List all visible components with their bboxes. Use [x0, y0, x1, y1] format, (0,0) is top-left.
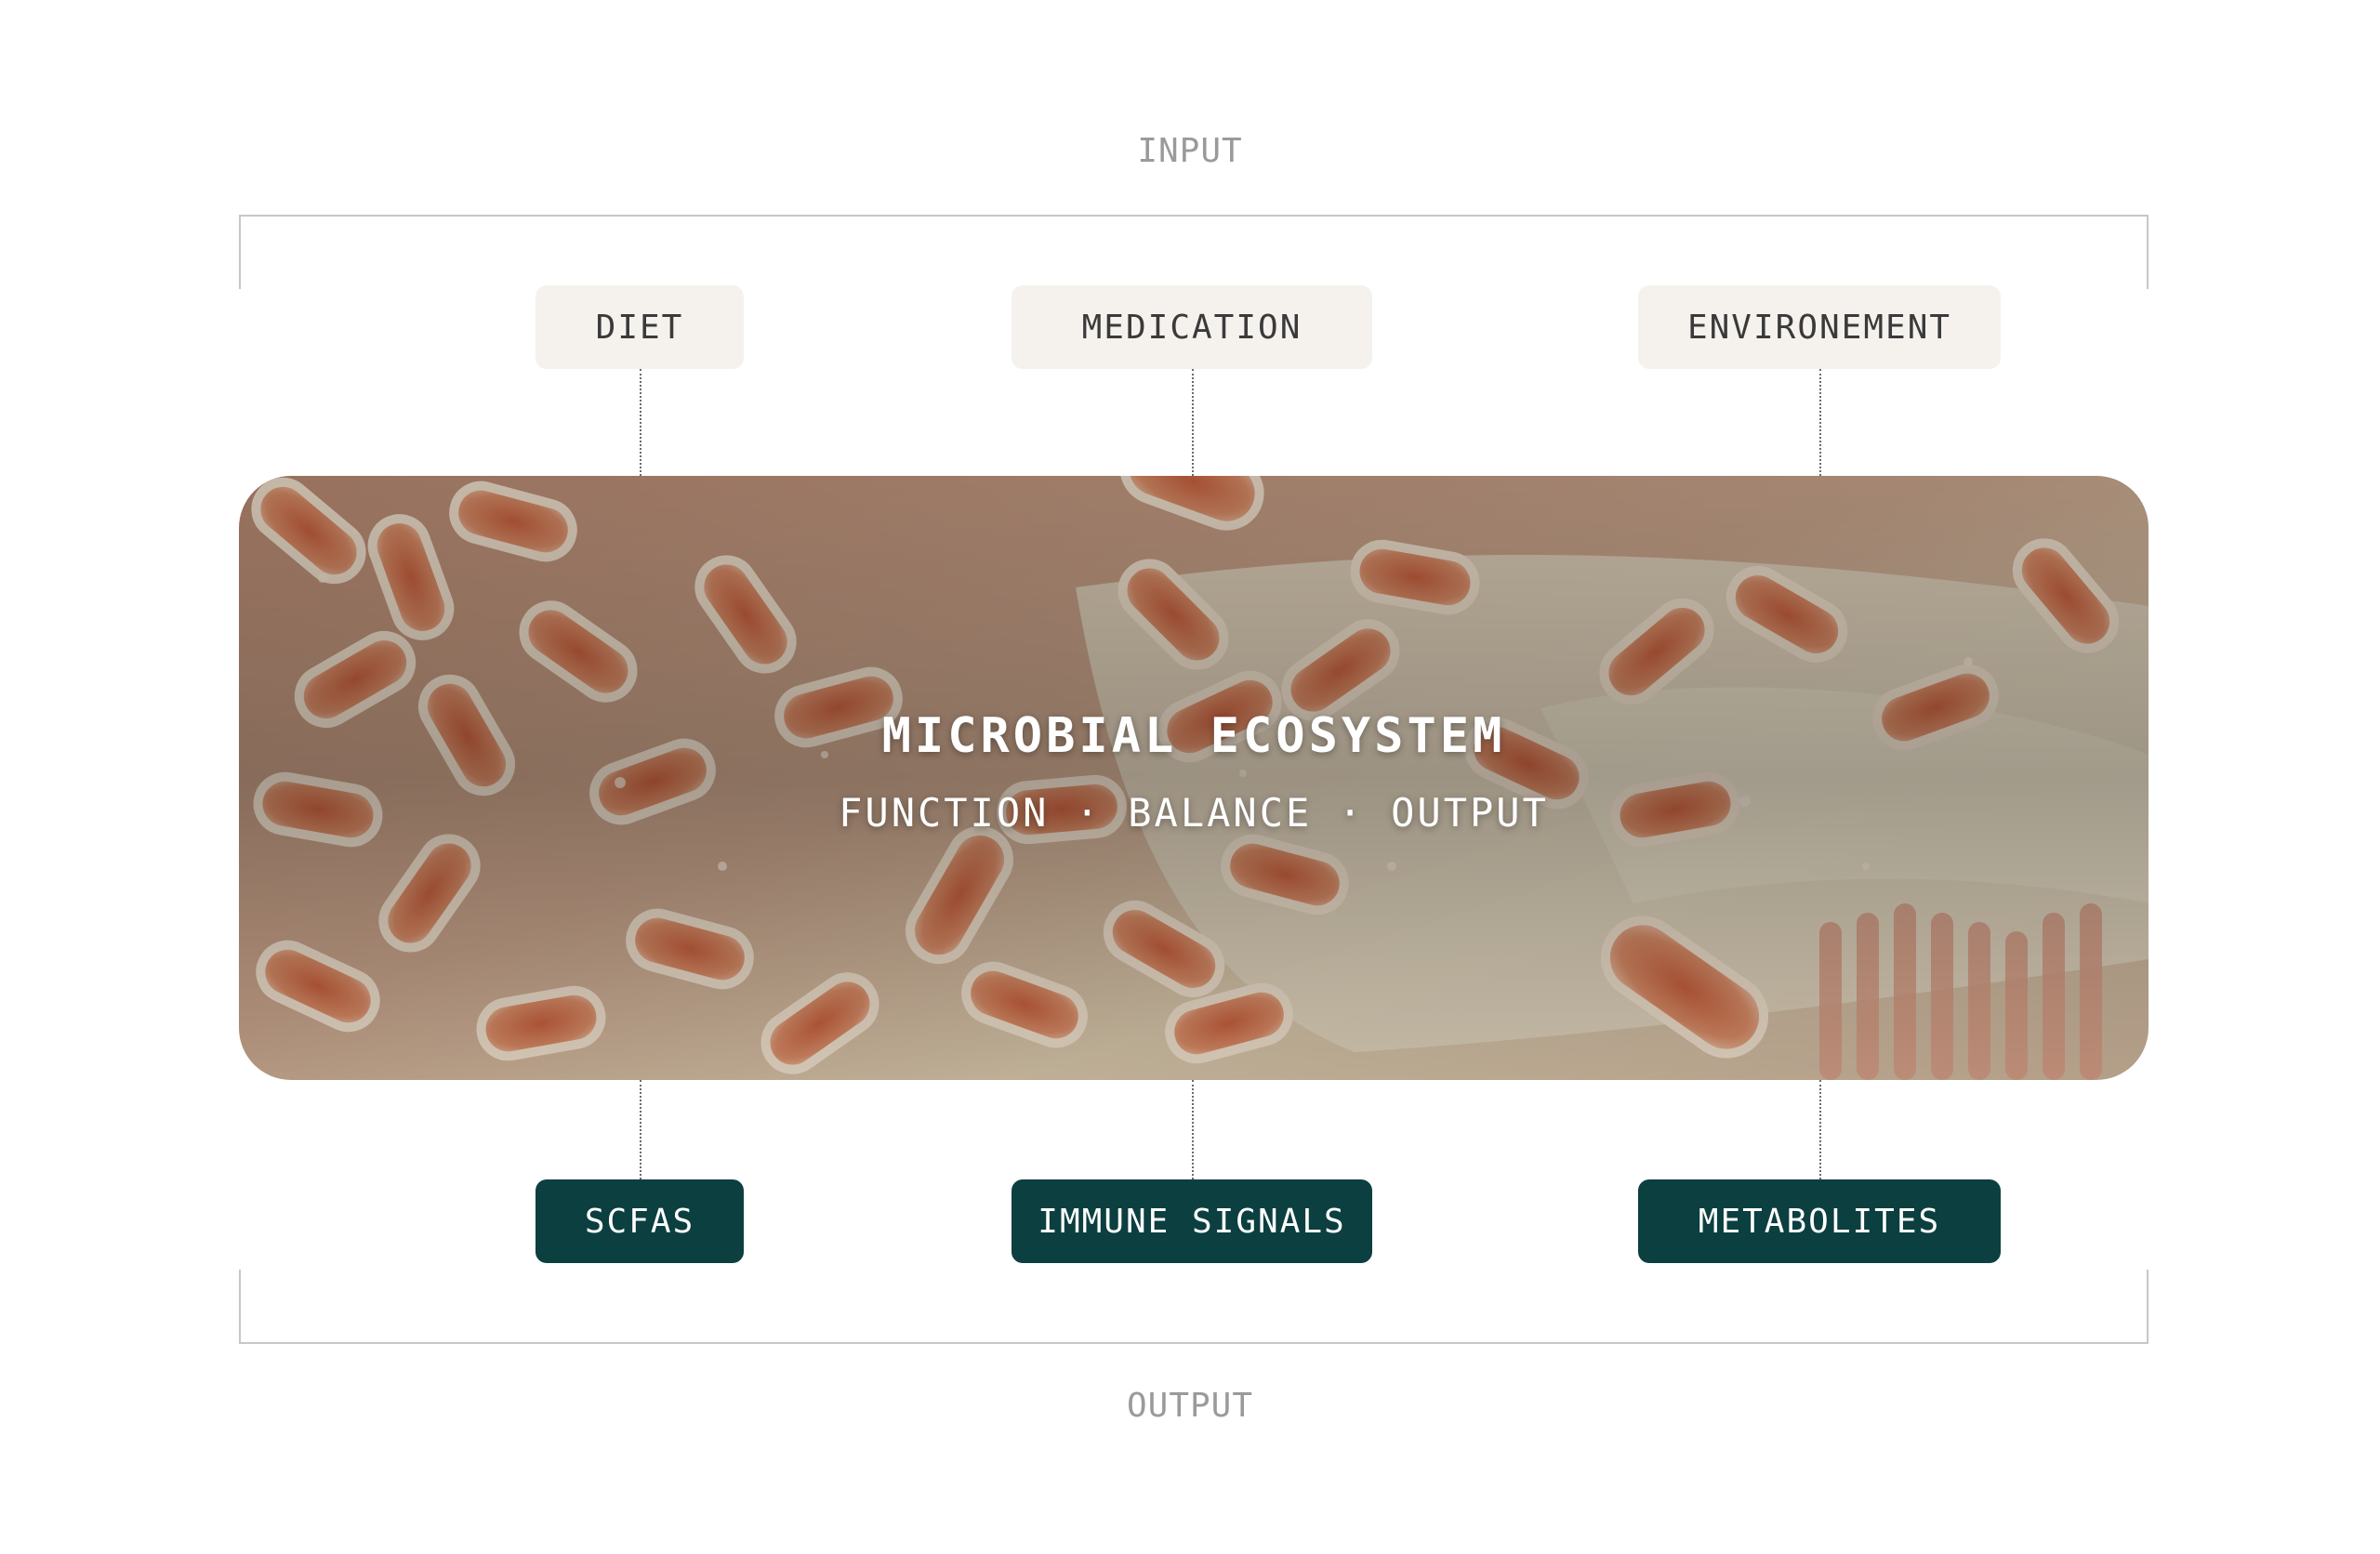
connector-diet: [640, 369, 641, 476]
output-section-label: OUTPUT: [1126, 1387, 1254, 1425]
microbial-ecosystem-panel: MICROBIAL ECOSYSTEM FUNCTION · BALANCE ·…: [239, 476, 2149, 1080]
output-chip-immune-signals: IMMUNE SIGNALS: [1012, 1179, 1372, 1263]
input-chip-medication: MEDICATION: [1012, 285, 1372, 369]
connector-medication: [1192, 369, 1194, 476]
connector-environment: [1819, 369, 1821, 476]
input-chip-environment: ENVIRONEMENT: [1638, 285, 2001, 369]
bacteria-image: [239, 476, 2149, 1080]
ecosystem-subtitle: FUNCTION · BALANCE · OUTPUT: [839, 790, 1549, 836]
output-chip-metabolites: METABOLITES: [1638, 1179, 2001, 1263]
output-chip-scfas: SCFAS: [536, 1179, 744, 1263]
output-bracket: [239, 1270, 2149, 1344]
input-chip-diet: DIET: [536, 285, 744, 369]
connector-scfas: [640, 1080, 641, 1179]
input-section-label: INPUT: [1137, 132, 1243, 170]
ecosystem-title: MICROBIAL ECOSYSTEM: [881, 708, 1506, 764]
input-bracket: [239, 215, 2149, 289]
connector-immune-signals: [1192, 1080, 1194, 1179]
connector-metabolites: [1819, 1080, 1821, 1179]
